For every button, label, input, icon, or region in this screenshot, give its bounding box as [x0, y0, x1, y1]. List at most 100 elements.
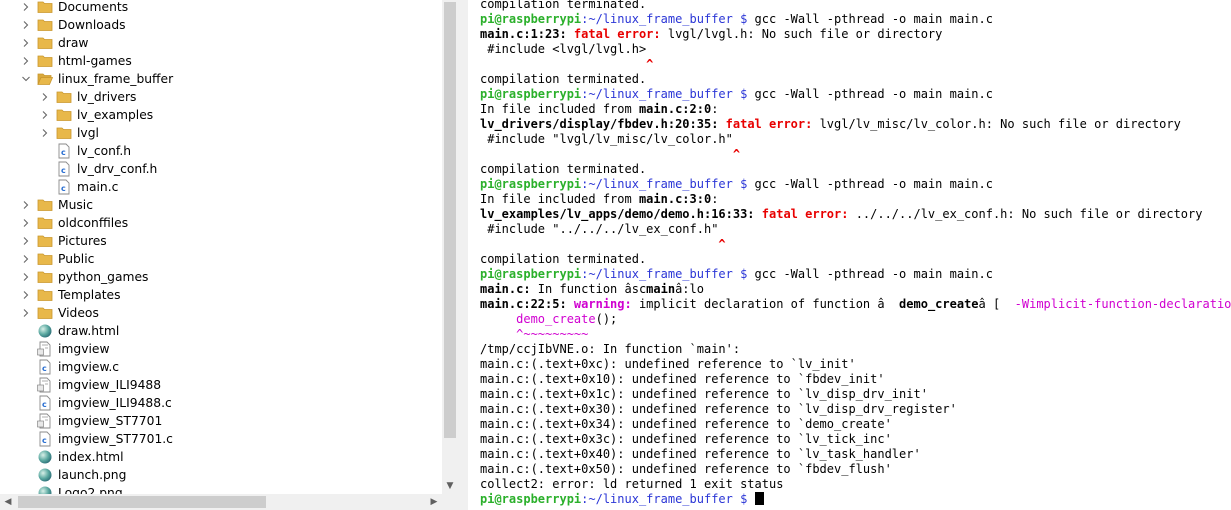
terminal-text: compilation terminated. [480, 0, 647, 11]
tree-file-item[interactable]: index.html [0, 448, 442, 466]
terminal-text: ../../../lv_ex_conf.h: No such file or d… [855, 207, 1203, 221]
tree-folder-item[interactable]: Pictures [0, 232, 442, 250]
tree-file-item[interactable]: imgview [0, 340, 442, 358]
chevron-right-icon[interactable] [39, 106, 51, 124]
chevron-right-icon[interactable] [39, 88, 51, 106]
tree-file-item[interactable]: c lv_conf.h [0, 142, 442, 160]
tree-item-label: python_games [58, 270, 149, 284]
chevron-right-icon[interactable] [20, 268, 32, 286]
tree-item-label: imgview_ILI9488.c [58, 396, 172, 410]
executable-file-icon [37, 341, 53, 357]
scroll-left-arrow-icon[interactable]: ◀ [2, 496, 14, 508]
prompt-path: :~/linux_frame_buffer $ [581, 492, 748, 506]
chevron-right-icon[interactable] [20, 34, 32, 52]
folder-open-icon [37, 71, 54, 87]
chevron-right-icon[interactable] [20, 16, 32, 34]
tree-folder-item[interactable]: Public [0, 250, 442, 268]
prompt-path: :~/linux_frame_buffer $ [581, 177, 748, 191]
tree-file-item[interactable]: c imgview_ILI9488.c [0, 394, 442, 412]
tree-folder-item[interactable]: draw [0, 34, 442, 52]
terminal-text: fatal error: [725, 117, 820, 131]
prompt-user: pi@raspberrypi [480, 267, 582, 281]
tree-item-label: imgview.c [58, 360, 120, 374]
terminal-line: lv_examples/lv_apps/demo/demo.h:16:33: f… [480, 207, 1231, 222]
chevron-right-icon[interactable] [20, 214, 32, 232]
terminal-line: main.c:(.text+0x10): undefined reference… [480, 372, 1231, 387]
tree-folder-item[interactable]: lv_drivers [0, 88, 442, 106]
tree-vertical-scroll-thumb[interactable] [444, 2, 456, 438]
terminal-text: : [711, 192, 719, 206]
terminal-line: ^~~~~~~~~~ [480, 327, 1231, 342]
scroll-right-arrow-icon[interactable]: ▶ [428, 496, 440, 508]
tree-horizontal-scroll-thumb[interactable] [18, 496, 266, 508]
terminal-text: demo_create [899, 297, 979, 311]
tree-folder-item[interactable]: Templates [0, 286, 442, 304]
file-tree-pane: Documents Downloads draw html-games linux_fr… [0, 0, 458, 510]
terminal-line: #include <lvgl/lvgl.h> [480, 42, 1231, 57]
terminal-line: pi@raspberrypi:~/linux_frame_buffer $ gc… [480, 12, 1231, 27]
executable-file-icon [37, 413, 53, 429]
tree-file-item[interactable]: draw.html [0, 322, 442, 340]
tree-file-item[interactable]: launch.png [0, 466, 442, 484]
tree-folder-item[interactable]: lv_examples [0, 106, 442, 124]
terminal-line: ^ [480, 57, 1231, 72]
tree-item-label: Public [58, 252, 95, 266]
terminal-line: In file included from main.c:3:0: [480, 192, 1231, 207]
terminal-text: â:lo [675, 282, 704, 296]
tree-folder-item[interactable]: html-games [0, 52, 442, 70]
terminal-line: ^ [480, 147, 1231, 162]
tree-folder-item[interactable]: Documents [0, 0, 442, 16]
c-source-file-icon: c [37, 359, 53, 375]
tree-file-item[interactable]: c main.c [0, 178, 442, 196]
terminal-text: main.c: [480, 282, 531, 296]
terminal-text: gcc -Wall -pthread -o main main.c [747, 177, 993, 191]
globe-file-icon [37, 323, 53, 339]
terminal-text: gcc -Wall -pthread -o main main.c [747, 267, 993, 281]
terminal-line: compilation terminated. [480, 162, 1231, 177]
terminal-text: gcc -Wall -pthread -o main main.c [747, 12, 993, 26]
tree-folder-item[interactable]: python_games [0, 268, 442, 286]
chevron-right-icon[interactable] [20, 250, 32, 268]
tree-folder-item[interactable]: Downloads [0, 16, 442, 34]
c-source-file-icon: c [56, 179, 72, 195]
tree-folder-item[interactable]: linux_frame_buffer [0, 70, 442, 88]
terminal-line: main.c:22:5: warning: implicit declarati… [480, 297, 1231, 312]
tree-folder-item[interactable]: lvgl [0, 124, 442, 142]
terminal-line: pi@raspberrypi:~/linux_frame_buffer $ [480, 492, 1231, 507]
chevron-right-icon[interactable] [20, 232, 32, 250]
tree-folder-item[interactable]: Music [0, 196, 442, 214]
chevron-down-icon[interactable] [20, 70, 32, 88]
tree-folder-item[interactable]: Videos [0, 304, 442, 322]
tree-item-label: lv_conf.h [77, 144, 132, 158]
folder-icon [37, 287, 53, 303]
c-source-file-icon: c [56, 143, 72, 159]
chevron-right-icon[interactable] [20, 304, 32, 322]
globe-file-icon [37, 449, 53, 465]
svg-text:c: c [42, 400, 47, 409]
tree-file-item[interactable]: c lv_drv_conf.h [0, 160, 442, 178]
tree-folder-item[interactable]: oldconffiles [0, 214, 442, 232]
terminal-text: lvgl/lvgl.h: No such file or directory [667, 27, 943, 41]
tree-file-item[interactable]: imgview_ST7701 [0, 412, 442, 430]
terminal-pane[interactable]: compilation terminated. pi@raspberrypi:~/… [458, 0, 1231, 510]
tree-file-item[interactable]: imgview_ILI9488 [0, 376, 442, 394]
chevron-right-icon[interactable] [20, 52, 32, 70]
terminal-text: In file included from [480, 102, 639, 116]
chevron-right-icon[interactable] [20, 0, 32, 16]
tree-item-label: lv_drv_conf.h [77, 162, 158, 176]
chevron-right-icon[interactable] [39, 124, 51, 142]
chevron-right-icon[interactable] [20, 196, 32, 214]
tree-file-item[interactable]: c imgview.c [0, 358, 442, 376]
tree-item-label: html-games [58, 54, 132, 68]
chevron-right-icon[interactable] [20, 286, 32, 304]
tree-item-label: imgview_ST7701 [58, 414, 163, 428]
terminal-text: fatal error: [573, 27, 668, 41]
scroll-down-arrow-icon[interactable]: ▼ [444, 480, 456, 492]
terminal-text: main.c:(.text+0x40): undefined reference… [480, 447, 921, 461]
terminal-text: compilation terminated. [480, 252, 647, 266]
folder-icon [37, 53, 53, 69]
tree-file-item[interactable]: c imgview_ST7701.c [0, 430, 442, 448]
terminal-text: gcc -Wall -pthread -o main main.c [747, 87, 993, 101]
terminal-text: main.c:2:0 [638, 102, 712, 116]
